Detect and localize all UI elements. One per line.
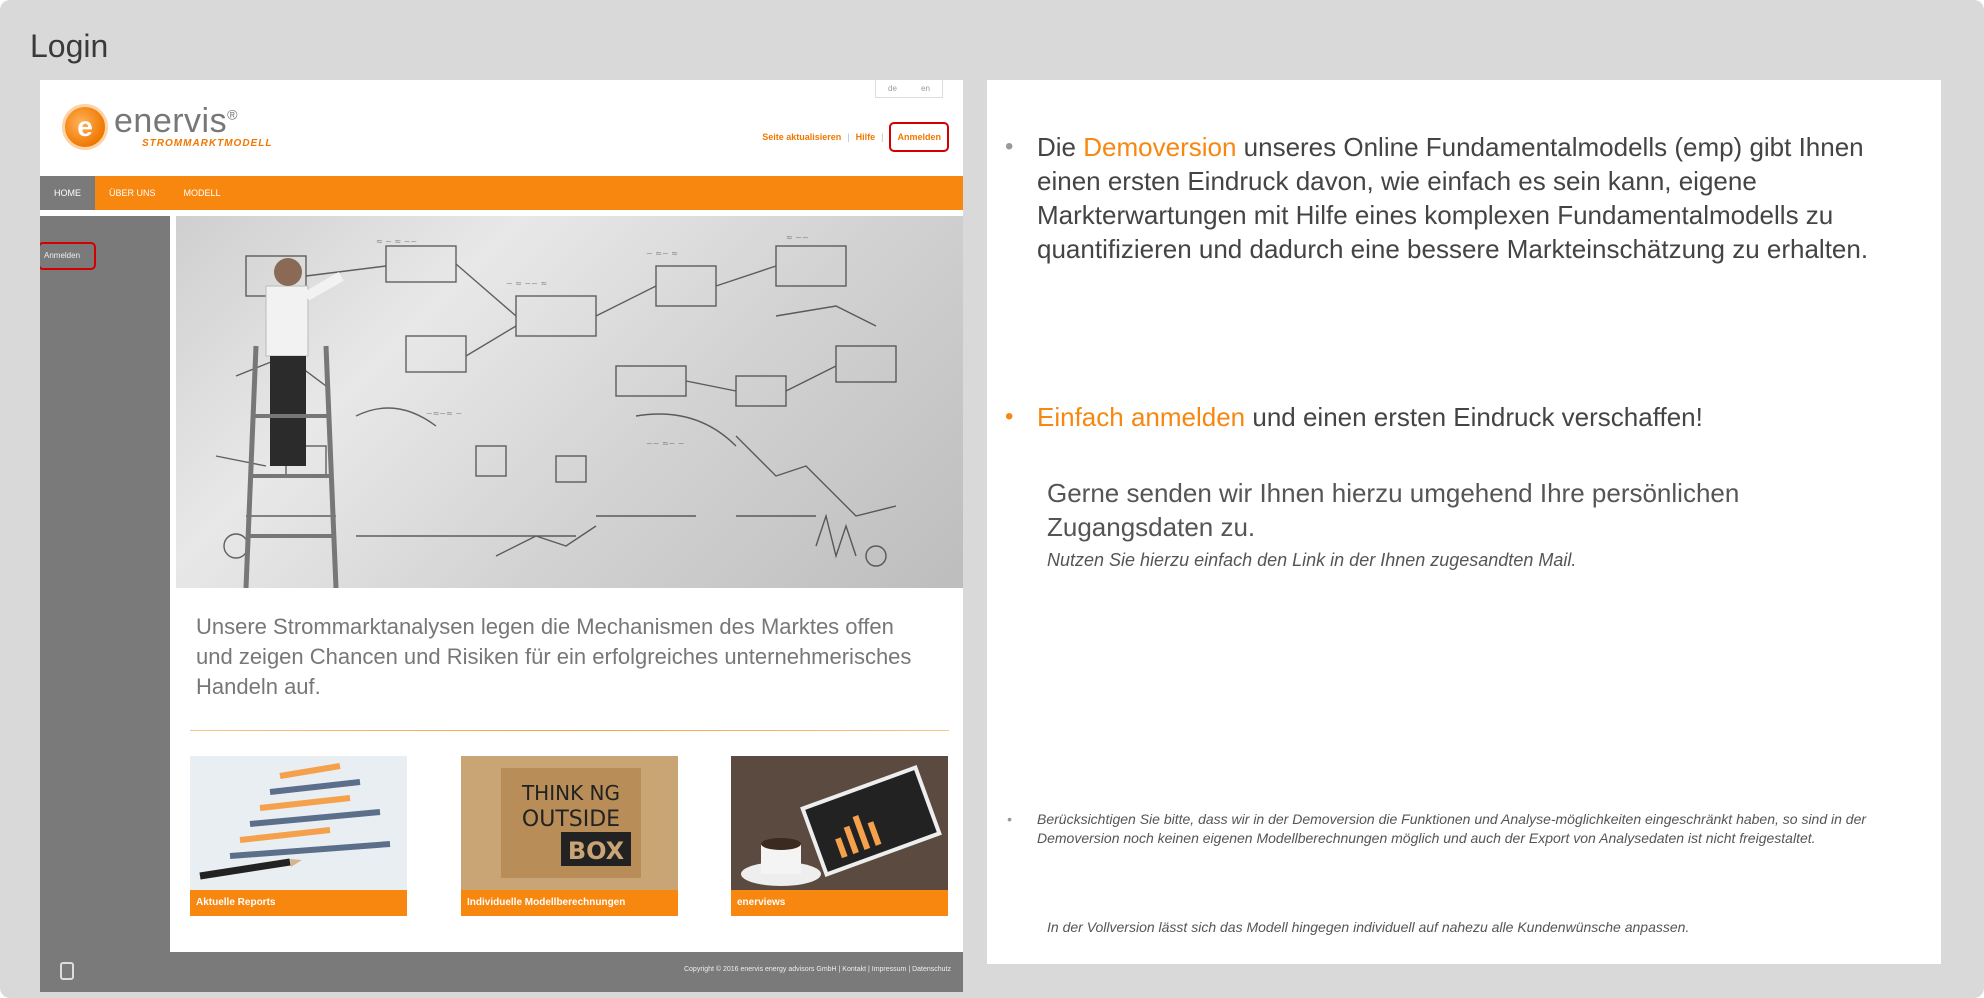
tile-reports[interactable]: Aktuelle Reports: [190, 756, 407, 916]
divider: [190, 730, 949, 731]
svg-text:~ ≈ ~~ ≈: ~ ≈ ~~ ≈: [506, 279, 547, 288]
access-data-hint: Nutzen Sie hierzu einfach den Link in de…: [1047, 550, 1577, 570]
site-main: ≈ ~ ≈ ~~ ~ ≈ ~~ ≈ ~ ≈~ ≈ ≈ ~~ ~≈~≈ ~ ~~ ≈~ …: [176, 216, 963, 952]
login-frame: Login e enervis® STROMMARKTMODELL de en …: [0, 0, 1984, 998]
bullet-dot: •: [1005, 133, 1014, 160]
header-links: Seite aktualisieren | Hilfe | Anmelden: [762, 122, 949, 152]
website-preview: e enervis® STROMMARKTMODELL de en Seite …: [40, 80, 963, 992]
nav-about[interactable]: ÜBER UNS: [95, 176, 170, 210]
tile-reports-label: Aktuelle Reports: [190, 890, 407, 916]
enervis-logo-icon: e: [62, 104, 108, 150]
lang-en[interactable]: en: [921, 84, 930, 93]
bullet-login-text: Einfach anmelden und einen ersten Eindru…: [1015, 400, 1703, 434]
site-footer: Copyright © 2016 enervis energy advisors…: [40, 952, 963, 992]
tile-model-calculations-label: Individuelle Modellberechnungen: [461, 890, 678, 916]
nav-model[interactable]: MODELL: [170, 176, 235, 210]
logo-name-text: enervis: [114, 102, 228, 140]
box-text-outside: OUTSIDE: [522, 807, 620, 832]
tile-enerviews-label: enerviews: [731, 890, 948, 916]
demo-restriction-note: • Berücksichtigen Sie bitte, dass wir in…: [987, 810, 1927, 848]
bullet-demo-prefix: Die: [1037, 132, 1084, 162]
logo-name: enervis®: [114, 102, 238, 141]
person-figure: [243, 258, 344, 588]
svg-text:≈ ~ ≈ ~~: ≈ ~ ≈ ~~: [376, 237, 417, 246]
svg-text:~≈~≈ ~: ~≈~≈ ~: [426, 409, 462, 418]
site-tagline: Unsere Strommarktanalysen legen die Mech…: [196, 614, 912, 699]
site-sidebar: Anmelden: [40, 216, 170, 952]
lang-de[interactable]: de: [888, 84, 897, 93]
demo-restriction-text: Berücksichtigen Sie bitte, dass wir in d…: [1037, 811, 1867, 846]
site-header: e enervis® STROMMARKTMODELL de en Seite …: [40, 80, 963, 176]
footer-text: Copyright © 2016 enervis energy advisors…: [683, 966, 951, 973]
bullet-demo-text: Die Demoversion unseres Online Fundament…: [1015, 130, 1927, 266]
header-login-link[interactable]: Anmelden: [889, 122, 949, 152]
sidebar-login-link[interactable]: Anmelden: [40, 242, 96, 270]
bullet-login-rest: und einen ersten Eindruck verschaffen!: [1245, 402, 1703, 432]
logo-mark: e: [77, 111, 93, 142]
site-navbar: HOME ÜBER UNS MODELL: [40, 176, 963, 210]
page-title: Login: [30, 28, 109, 64]
box-text-think: THINK NG: [521, 781, 620, 805]
svg-text:≈ ~~: ≈ ~~: [786, 233, 809, 242]
demoversion-link[interactable]: Demoversion: [1083, 132, 1236, 162]
info-panel: • Die Demoversion unseres Online Fundame…: [987, 80, 1941, 964]
separator: |: [847, 132, 850, 142]
box-text-box: BOX: [568, 837, 625, 865]
logo-subtitle: STROMMARKTMODELL: [142, 138, 273, 149]
separator: |: [881, 132, 884, 142]
registered-mark: ®: [227, 106, 238, 123]
svg-text:~~ ≈~ ~: ~~ ≈~ ~: [646, 439, 685, 448]
bullet-dot: •: [1005, 403, 1014, 430]
svg-text:~ ≈~ ≈: ~ ≈~ ≈: [646, 249, 678, 258]
bullet-demo: • Die Demoversion unseres Online Fundame…: [987, 130, 1927, 266]
access-data-paragraph: Gerne senden wir Ihnen hierzu umgehend I…: [1047, 478, 1740, 542]
nav-home[interactable]: HOME: [40, 176, 95, 210]
tile-model-calculations[interactable]: THINK NG OUTSIDE BOX Individuelle Modell…: [461, 756, 678, 916]
refresh-link[interactable]: Seite aktualisieren: [762, 132, 841, 142]
document-icon[interactable]: [60, 962, 74, 980]
language-switch: de en: [875, 80, 943, 98]
bullet-dot: •: [1007, 811, 1012, 827]
whiteboard-sketch: ≈ ~ ≈ ~~ ~ ≈ ~~ ≈ ~ ≈~ ≈ ≈ ~~ ~≈~≈ ~ ~~ ≈~ …: [215, 233, 897, 588]
hero-image: ≈ ~ ≈ ~~ ~ ≈ ~~ ≈ ~ ≈~ ≈ ≈ ~~ ~≈~≈ ~ ~~ ≈~ …: [176, 216, 963, 588]
full-version-note: In der Vollversion lässt sich das Modell…: [1047, 919, 1690, 935]
login-link[interactable]: Einfach anmelden: [1037, 402, 1245, 432]
help-link[interactable]: Hilfe: [856, 132, 876, 142]
bullet-login: • Einfach anmelden und einen ersten Eind…: [987, 400, 1927, 434]
tile-enerviews[interactable]: enerviews: [731, 756, 948, 916]
